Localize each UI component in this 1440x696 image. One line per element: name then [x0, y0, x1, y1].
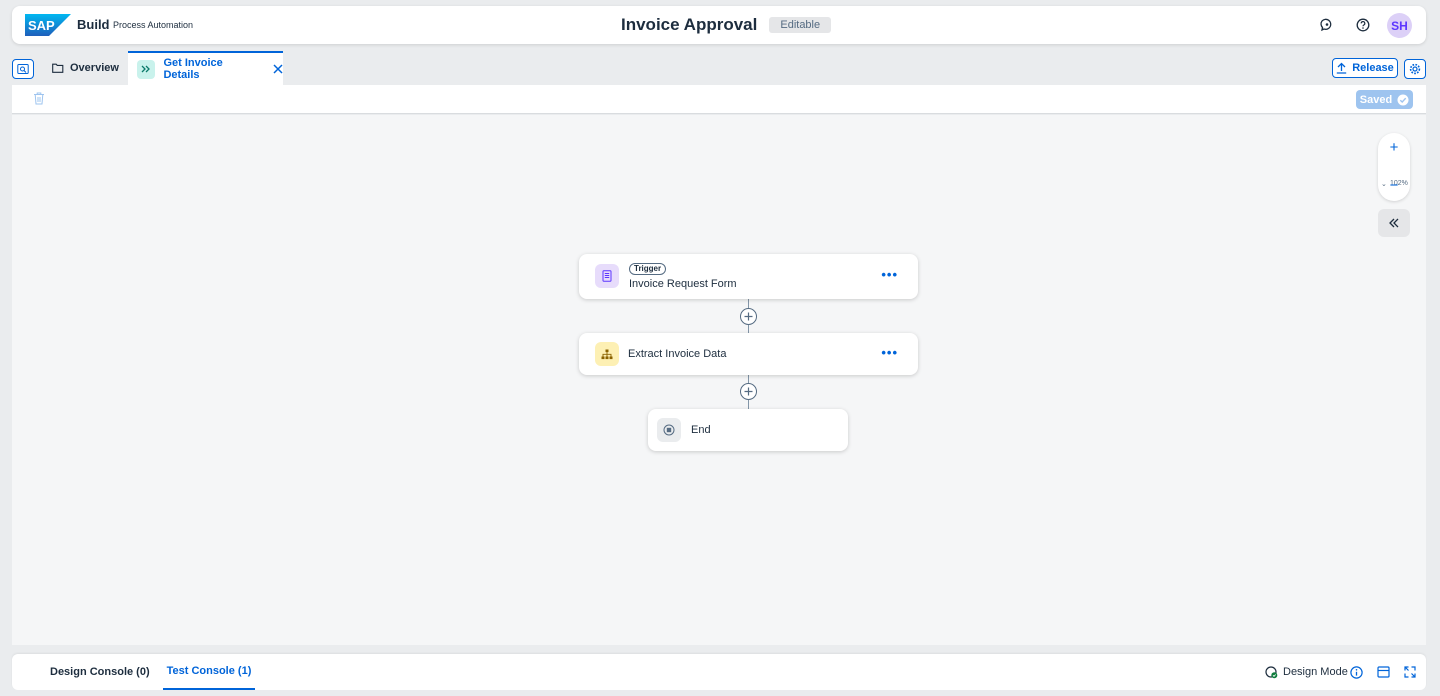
info-icon[interactable] [1349, 665, 1363, 679]
hierarchy-icon [595, 342, 619, 366]
settings-button[interactable] [1404, 59, 1426, 79]
shell-bar: SAP Build Process Automation Invoice App… [12, 6, 1426, 44]
tab-active-label: Get Invoice Details [163, 57, 223, 81]
user-avatar[interactable]: SH [1387, 13, 1412, 38]
upload-icon [1337, 62, 1347, 74]
plus-icon [744, 387, 753, 396]
more-options-icon[interactable]: ••• [881, 267, 898, 282]
add-step-button[interactable] [740, 383, 757, 400]
process-flow-icon [137, 59, 156, 79]
product-name: Process Automation [113, 20, 194, 30]
add-step-button[interactable] [740, 308, 757, 325]
zoom-out-button[interactable]: − [1378, 177, 1410, 194]
saved-indicator: Saved [1356, 90, 1413, 109]
sap-logo-text: SAP [28, 18, 55, 33]
form-icon [595, 264, 619, 288]
expand-icon[interactable] [1403, 665, 1417, 679]
saved-label: Saved [1359, 93, 1393, 106]
delete-icon[interactable] [33, 92, 45, 110]
close-icon[interactable] [273, 64, 283, 74]
tab-bar: Overview Get Invoice Details Release [12, 51, 1426, 85]
process-canvas[interactable]: + ⌄ 102% − Trigger Invoice Request Form … [12, 115, 1426, 645]
tab-test-console[interactable]: Test Console (1) [163, 654, 255, 690]
design-mode-toggle[interactable]: Design Mode [1265, 654, 1348, 690]
step-label: Extract Invoice Data [628, 348, 727, 360]
tab-overview[interactable]: Overview [52, 51, 119, 85]
double-chevron-left-icon [1389, 218, 1399, 228]
design-mode-label: Design Mode [1283, 666, 1348, 678]
release-button[interactable]: Release [1332, 58, 1398, 78]
trigger-label: Invoice Request Form [629, 278, 737, 290]
trigger-tag: Trigger [629, 263, 667, 275]
more-options-icon[interactable]: ••• [881, 345, 898, 360]
bottom-console: Design Console (0) Test Console (1) Desi… [12, 654, 1426, 690]
title-area: Invoice Approval Editable [621, 15, 832, 35]
end-label: End [691, 424, 711, 436]
search-icon [17, 64, 29, 74]
joule-icon[interactable] [1319, 17, 1335, 33]
trigger-node[interactable]: Trigger Invoice Request Form ••• [579, 254, 918, 299]
tab-get-invoice-details[interactable]: Get Invoice Details [128, 51, 283, 85]
gear-icon [1409, 63, 1421, 75]
folder-icon [52, 63, 64, 73]
help-icon[interactable] [1355, 17, 1371, 33]
search-process-button[interactable] [12, 59, 34, 79]
collapse-panel-button[interactable] [1378, 209, 1410, 237]
stop-icon [657, 418, 681, 442]
brand-name: Build [77, 17, 110, 32]
zoom-in-button[interactable]: + [1378, 139, 1410, 156]
panel-layout-icon[interactable] [1376, 665, 1390, 679]
check-circle-icon [1397, 94, 1409, 105]
editor-toolbar: Saved [12, 85, 1426, 114]
release-label: Release [1352, 62, 1394, 74]
tab-design-console[interactable]: Design Console (0) [50, 654, 150, 690]
tab-overview-label: Overview [70, 62, 119, 74]
end-node[interactable]: End [648, 409, 848, 451]
zoom-control: + ⌄ 102% − [1378, 133, 1410, 201]
page-title: Invoice Approval [621, 15, 758, 34]
automation-step-node[interactable]: Extract Invoice Data ••• [579, 333, 918, 375]
sap-logo[interactable]: SAP [25, 14, 71, 36]
status-badge: Editable [769, 17, 832, 33]
design-mode-icon [1265, 665, 1278, 678]
plus-icon [744, 312, 753, 321]
